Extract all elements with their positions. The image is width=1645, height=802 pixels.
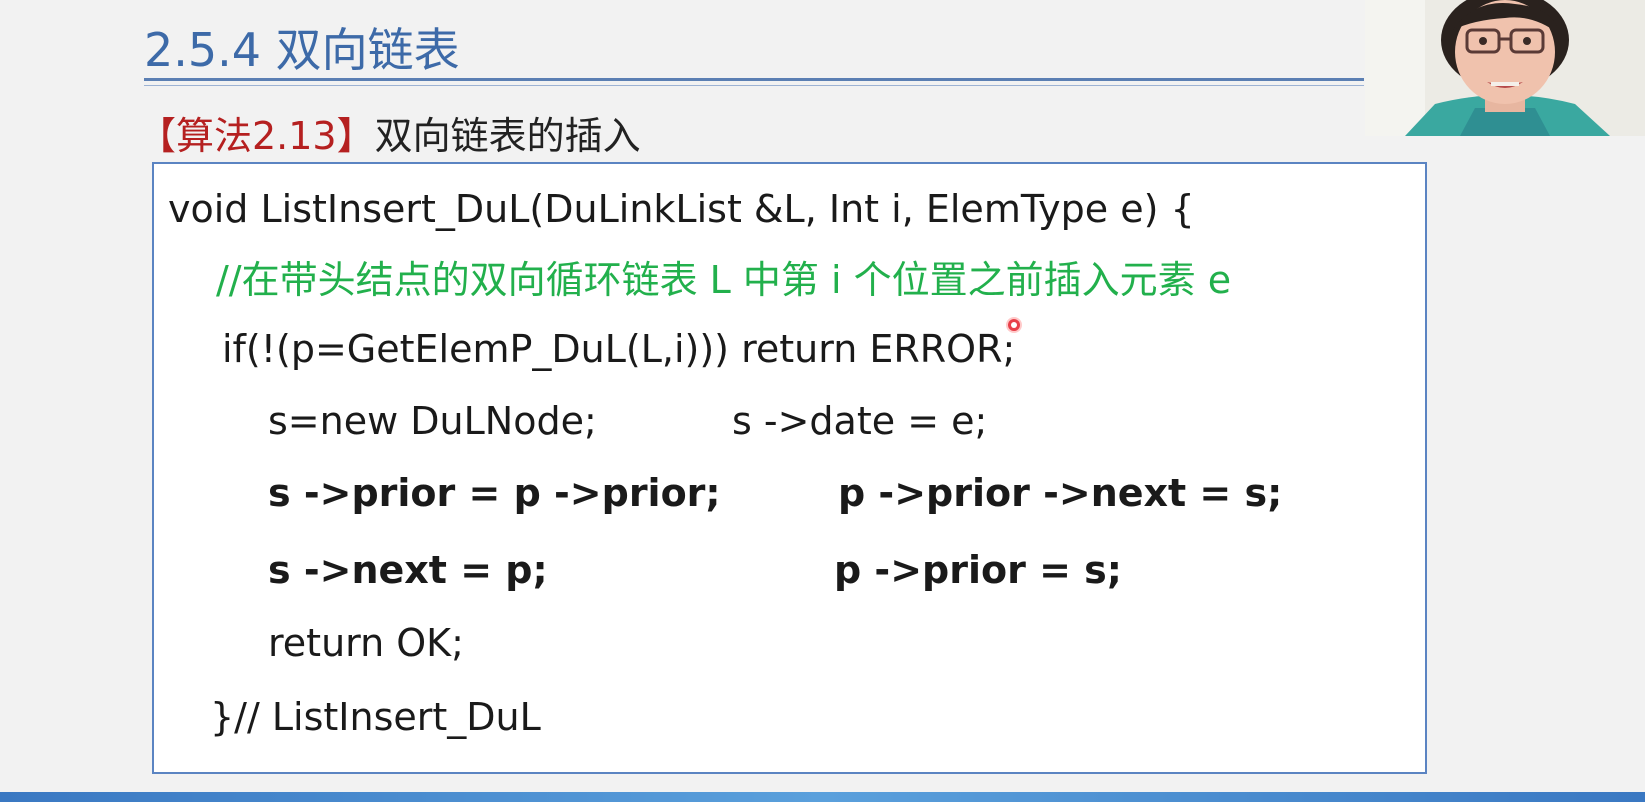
- title-divider-thin: [144, 85, 1364, 86]
- algorithm-name: 双向链表的插入: [374, 114, 641, 158]
- code-line-signature: void ListInsert_DuL(DuLinkList &L, Int i…: [168, 187, 1195, 231]
- code-line-end: }// ListInsert_DuL: [210, 695, 541, 739]
- code-line-new-node: s=new DuLNode;: [268, 399, 597, 443]
- code-block: void ListInsert_DuL(DuLinkList &L, Int i…: [152, 162, 1427, 774]
- title-divider: [144, 78, 1364, 81]
- bottom-taskbar-strip: [0, 792, 1645, 802]
- code-line-comment: //在带头结点的双向循环链表 L 中第 i 个位置之前插入元素 e: [216, 258, 1232, 302]
- laser-pointer: [1008, 319, 1020, 331]
- presenter-image: [1365, 0, 1645, 136]
- slide-title: 2.5.4 双向链表: [144, 23, 460, 77]
- algorithm-tag: 【算法2.13】: [138, 114, 375, 158]
- code-line-set-next: s ->next = p;: [268, 548, 548, 592]
- code-line-link-prior: p ->prior = s;: [834, 548, 1122, 592]
- code-line-assign-data: s ->date = e;: [732, 399, 988, 443]
- presenter-webcam: [1365, 0, 1645, 136]
- code-line-set-prior: s ->prior = p ->prior;: [268, 471, 721, 515]
- code-line-if: if(!(p=GetElemP_DuL(L,i))) return ERROR;: [222, 327, 1016, 371]
- code-line-return: return OK;: [268, 621, 464, 665]
- code-line-link-prev-next: p ->prior ->next = s;: [838, 471, 1283, 515]
- algorithm-heading: 【算法2.13】双向链表的插入: [138, 105, 641, 160]
- slide: 2.5.4 双向链表 【算法2.13】双向链表的插入 void ListInse…: [0, 0, 1645, 802]
